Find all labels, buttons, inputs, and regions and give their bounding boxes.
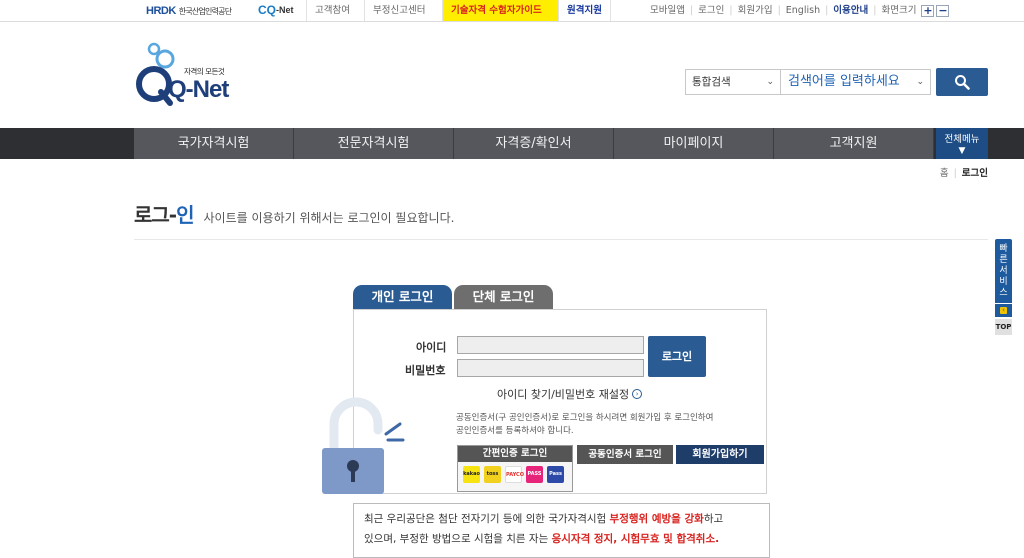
link-mobile-app[interactable]: 모바일앱: [650, 5, 685, 16]
search-scope-value: 통합검색: [692, 76, 731, 88]
id-label: 아이디: [416, 341, 447, 354]
link-report-center[interactable]: 부정신고센터: [364, 0, 433, 21]
screen-size-label: 화면크기: [881, 5, 917, 16]
link-customer-participation[interactable]: 고객참여: [306, 0, 358, 21]
all-menu-button[interactable]: 전체메뉴 ▼: [936, 128, 988, 159]
chevron-down-icon: ⌄: [916, 77, 924, 87]
zoom-in-button[interactable]: +: [921, 4, 935, 17]
search-input[interactable]: 검색어를 입력하세요 ⌄: [781, 69, 931, 95]
hrdk-logo[interactable]: HRDK 한국산업인력공단: [146, 3, 232, 19]
simple-cert-icons: kakao toss PAYCO PASS Pass: [458, 462, 572, 483]
fraud-warning: 최근 우리공단은 첨단 전자기기 등에 의한 국가자격시험 부정행위 예방을 강…: [353, 503, 770, 558]
search-scope-select[interactable]: 통합검색 ⌄: [685, 69, 781, 95]
all-menu-label: 전체메뉴: [944, 134, 980, 145]
tab-personal-login[interactable]: 개인 로그인: [353, 285, 452, 309]
quick-service-panel: 빠른서비스 ‹ TOP: [995, 239, 1012, 339]
logo-text: Q-Net: [168, 76, 229, 103]
nav-national-exam[interactable]: 국가자격시험: [134, 128, 294, 159]
breadcrumb: 홈 | 로그인: [939, 168, 988, 179]
quick-collapse-button[interactable]: ‹: [995, 303, 1012, 317]
link-join[interactable]: 회원가입: [738, 5, 773, 16]
topbar-right-links: 모바일앱 | 로그인 | 회원가입 | English | 이용안내 | 화면크기 + −: [650, 3, 950, 17]
pass-blue-icon[interactable]: Pass: [547, 466, 564, 483]
warning-line1-a: 최근 우리공단은 첨단 전자기기 등에 의한 국가자격시험: [364, 513, 610, 525]
link-remote-support[interactable]: 원격지원: [558, 0, 611, 21]
nav-customer-support[interactable]: 고객지원: [774, 128, 934, 159]
toss-icon[interactable]: toss: [484, 466, 501, 483]
page-title-part-a: 로그-: [134, 203, 177, 227]
hrdk-logo-sub: 한국산업인력공단: [178, 6, 232, 16]
simple-cert-login[interactable]: 간편인증 로그인 kakao toss PAYCO PASS Pass: [457, 445, 573, 492]
nav-certificates[interactable]: 자격증/확인서: [454, 128, 614, 159]
cqnet-logo[interactable]: CQ -Net: [258, 3, 294, 17]
page-description: 사이트를 이용하기 위해서는 로그인이 필요합니다.: [203, 211, 455, 225]
cert-notice-line2: 공인인증서를 등록하셔야 합니다.: [456, 426, 574, 436]
link-english[interactable]: English: [786, 5, 820, 16]
title-divider: [134, 239, 988, 240]
link-exam-guide[interactable]: 기술자격 수험자가이드: [442, 0, 558, 21]
cert-notice: 공동인증서(구 공인인증서)로 로그인을 하시려면 회원가입 후 로그인하여 공…: [456, 412, 756, 438]
cqnet-logo-cq: CQ: [258, 3, 276, 17]
link-usage-guide[interactable]: 이용안내: [833, 5, 868, 16]
main-navigation: 국가자격시험 전문자격시험 자격증/확인서 마이페이지 고객지원: [0, 128, 1024, 159]
nav-mypage[interactable]: 마이페이지: [614, 128, 774, 159]
search-button[interactable]: [936, 68, 988, 96]
chevron-down-icon: ⌄: [766, 77, 774, 87]
page-title-text: 로그-인: [134, 199, 195, 228]
chevron-left-icon: ‹: [1000, 307, 1007, 314]
zoom-out-button[interactable]: −: [936, 4, 950, 17]
quick-service-button[interactable]: 빠른서비스: [995, 239, 1012, 303]
login-button[interactable]: 로그인: [648, 336, 706, 377]
chevron-down-icon: ▼: [958, 146, 966, 156]
joint-cert-login-button[interactable]: 공동인증서 로그인: [577, 445, 673, 464]
warning-line1-b: 하고: [703, 513, 724, 525]
password-input[interactable]: [457, 359, 644, 377]
lock-icon: [318, 394, 408, 496]
page-title: 로그-인 사이트를 이용하기 위해서는 로그인이 필요합니다.: [134, 199, 454, 228]
top-button[interactable]: TOP: [995, 319, 1012, 335]
kakao-icon[interactable]: kakao: [463, 466, 480, 483]
find-account-label: 아이디 찾기/비밀번호 재설정: [497, 388, 630, 401]
id-input[interactable]: [457, 336, 644, 354]
search-placeholder: 검색어를 입력하세요: [788, 74, 900, 89]
warning-line2-red: 응시자격 정지, 시험무효 및 합격취소.: [551, 533, 720, 545]
payco-icon[interactable]: PAYCO: [505, 466, 524, 483]
tab-group-login[interactable]: 단체 로그인: [454, 285, 553, 309]
warning-line1: 최근 우리공단은 첨단 전자기기 등에 의한 국가자격시험 부정행위 예방을 강…: [364, 509, 759, 529]
hrdk-logo-text: HRDK: [146, 5, 176, 17]
quick-service-label: 빠른서비스: [999, 244, 1008, 298]
breadcrumb-current: 로그인: [961, 168, 988, 179]
breadcrumb-home[interactable]: 홈: [940, 168, 949, 179]
password-label: 비밀번호: [405, 364, 446, 377]
link-login[interactable]: 로그인: [698, 5, 724, 16]
warning-line1-red: 부정행위 예방을 강화: [609, 513, 704, 525]
cert-notice-line1: 공동인증서(구 공인인증서)로 로그인을 하시려면 회원가입 후 로그인하여: [456, 413, 714, 423]
top-utility-bar: HRDK 한국산업인력공단 CQ -Net 고객참여 부정신고센터 기술자격 수…: [0, 0, 1024, 22]
join-button[interactable]: 회원가입하기: [676, 445, 764, 464]
find-account-link[interactable]: 아이디 찾기/비밀번호 재설정 ›: [497, 386, 643, 402]
pass-icon[interactable]: PASS: [526, 466, 543, 483]
simple-cert-title: 간편인증 로그인: [458, 446, 572, 462]
chevron-right-icon: ›: [632, 389, 643, 399]
warning-line2: 있으며, 부정한 방법으로 시험을 치른 자는 응시자격 정지, 시험무효 및 …: [364, 529, 759, 549]
page-title-part-b: 인: [176, 203, 194, 227]
nav-professional-exam[interactable]: 전문자격시험: [294, 128, 454, 159]
search-icon: [955, 75, 970, 90]
cqnet-logo-net: -Net: [276, 5, 294, 15]
qnet-logo[interactable]: 자격의 모든것 Q-Net: [134, 42, 244, 112]
warning-line2-a: 있으며, 부정한 방법으로 시험을 치른 자는: [364, 533, 552, 545]
